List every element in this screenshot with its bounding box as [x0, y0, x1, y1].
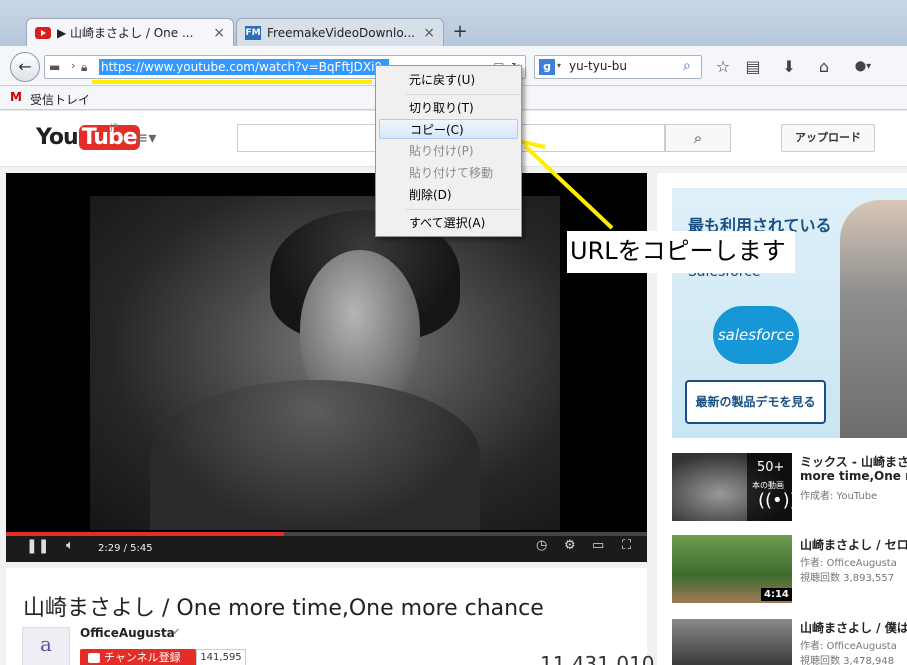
gmail-icon[interactable]: M — [10, 90, 22, 104]
menu-item-paste: 貼り付け(P) — [409, 144, 474, 158]
related-title-line2[interactable]: more time,One m — [800, 469, 907, 483]
adblock-icon[interactable]: ⬤▾ — [848, 56, 878, 78]
context-menu: 元に戻す(U) 切り取り(T) コピー(C) 貼り付け(P) 貼り付けて移動 削… — [375, 65, 522, 237]
menu-separator — [406, 209, 519, 210]
related-views: 視聴回数 3,478,948 — [800, 656, 895, 665]
search-input[interactable]: yu-tyu-bu — [569, 59, 627, 73]
page-info-icon[interactable]: ▬ — [49, 60, 60, 74]
menu-item-cut[interactable]: 切り取り(T) — [376, 98, 521, 118]
related-title[interactable]: 山崎まさよし / 僕は — [800, 619, 907, 636]
subscribe-button[interactable]: チャンネル登録 — [80, 649, 196, 665]
fullscreen-icon[interactable]: ⛶ — [622, 538, 631, 553]
mix-count: 50+ — [757, 460, 785, 475]
related-byline: 作者: OfficeAugusta — [800, 641, 897, 652]
search-icon[interactable]: ⌕ — [683, 58, 691, 74]
region-label: JP — [110, 123, 119, 133]
youtube-search-button[interactable]: ⌕ — [665, 124, 731, 152]
download-icon[interactable]: ⬇ — [778, 56, 800, 78]
salesforce-logo: salesforce — [713, 306, 799, 364]
verified-icon: ✔ — [172, 627, 181, 638]
youtube-favicon-icon — [35, 26, 51, 39]
channel-name[interactable]: OfficeAugusta — [80, 626, 175, 640]
video-figure-body — [150, 380, 480, 530]
ad-demo-button[interactable]: 最新の製品デモを見る — [685, 380, 826, 424]
youtube-logo[interactable]: You Tube — [36, 125, 140, 150]
menu-item-undo[interactable]: 元に戻す(U) — [376, 70, 521, 90]
related-thumbnail[interactable] — [672, 619, 792, 665]
upload-button[interactable]: アップロード — [781, 124, 875, 152]
tab-label: ▶ 山崎まさよし / One ... — [57, 26, 194, 40]
channel-avatar[interactable]: a — [22, 627, 70, 665]
menu-item-paste-and-go: 貼り付けて移動 — [409, 166, 494, 180]
chevron-right-icon: › — [71, 59, 76, 72]
related-byline: 作者: OfficeAugusta — [800, 558, 897, 569]
volume-icon[interactable]: 🔈︎ — [66, 538, 74, 553]
menu-item-copy[interactable]: コピー(C) — [379, 119, 518, 139]
lock-icon[interactable]: 🔒︎ — [81, 60, 87, 75]
menu-item-select-all[interactable]: すべて選択(A) — [376, 213, 521, 233]
tab-freemake[interactable]: FM FreemakeVideoDownlo... × — [236, 18, 444, 46]
google-icon[interactable]: g — [539, 59, 555, 75]
tab-label: FreemakeVideoDownlo... — [267, 25, 415, 40]
related-title[interactable]: ミックス - 山崎まさ — [800, 453, 907, 470]
chevron-down-icon[interactable]: ▾ — [557, 61, 561, 70]
close-tab-icon[interactable]: × — [213, 25, 225, 41]
url-text-selected[interactable]: https://www.youtube.com/watch?v=BqFftJDX… — [99, 59, 389, 75]
settings-gear-icon[interactable]: ⚙ — [564, 538, 576, 553]
watch-later-icon[interactable]: ◷ — [536, 538, 547, 553]
video-time: 2:29 / 5:45 — [98, 543, 153, 554]
video-title: 山崎まさよし / One more time,One more chance — [23, 596, 544, 621]
home-icon[interactable]: ⌂ — [813, 56, 835, 78]
mix-icon: ((•)) — [758, 490, 797, 511]
related-byline: 作成者: YouTube — [800, 491, 878, 502]
related-title[interactable]: 山崎まさよし / セロ — [800, 536, 907, 553]
search-bar[interactable]: g ▾ yu-tyu-bu ⌕ — [534, 55, 702, 79]
ad-person-image — [840, 200, 907, 438]
theater-mode-icon[interactable]: ▭ — [592, 538, 604, 553]
menu-item-delete[interactable]: 削除(D) — [376, 185, 521, 205]
view-count: 11,431,010 — [540, 652, 655, 665]
bookmark-inbox[interactable]: 受信トレイ — [30, 91, 90, 108]
guide-menu-icon[interactable]: ≡▾ — [135, 128, 156, 147]
pause-icon[interactable]: ❚❚ — [26, 538, 49, 554]
video-duration: 4:14 — [761, 588, 792, 601]
annotation-callout: URLをコピーします — [567, 231, 795, 273]
back-button[interactable]: ← — [10, 52, 40, 82]
close-tab-icon[interactable]: × — [423, 25, 435, 41]
bookmarks-icon[interactable]: ▤ — [742, 56, 764, 78]
subscriber-count: 141,595 — [196, 649, 246, 665]
logo-you: You — [36, 125, 79, 150]
star-icon[interactable]: ☆ — [712, 56, 734, 78]
related-views: 視聴回数 3,893,557 — [800, 573, 895, 584]
menu-separator — [406, 94, 519, 95]
freemake-favicon-icon: FM — [245, 25, 261, 40]
search-icon: ⌕ — [693, 129, 703, 147]
new-tab-button[interactable]: + — [448, 20, 472, 44]
tab-youtube[interactable]: ▶ 山崎まさよし / One ... × — [26, 18, 234, 46]
